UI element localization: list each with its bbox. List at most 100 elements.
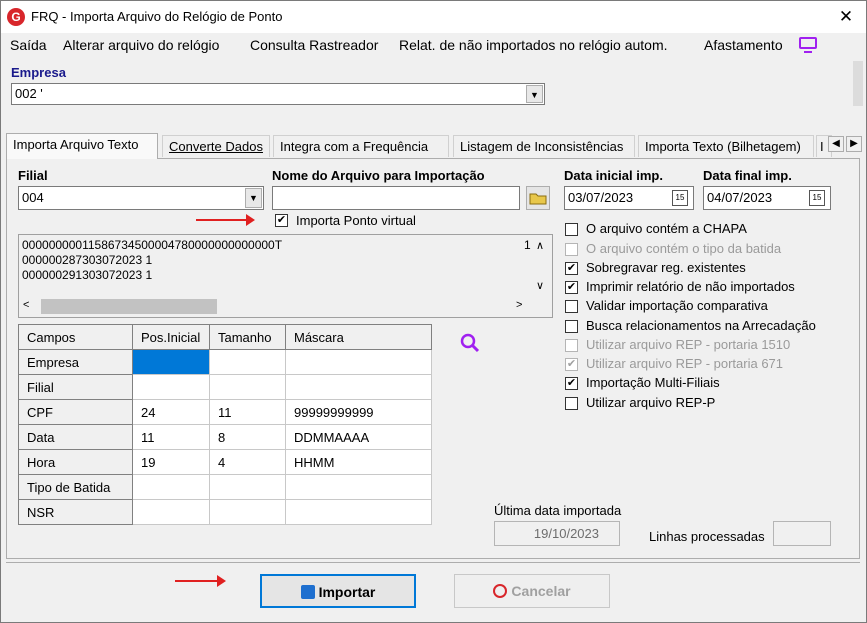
option-checkbox[interactable]: ✔: [565, 377, 578, 390]
grid-header-tamanho: Tamanho: [209, 324, 286, 350]
scroll-right-icon[interactable]: >: [516, 299, 522, 311]
option-checkbox[interactable]: [565, 397, 578, 410]
grid-cell[interactable]: [209, 349, 286, 375]
annotation-arrow: [175, 575, 226, 587]
tab-importa-texto-bilhetagem[interactable]: Importa Texto (Bilhetagem): [638, 135, 814, 157]
grid-cell[interactable]: 19: [132, 449, 210, 475]
option-checkbox[interactable]: [565, 320, 578, 333]
option-label: Utilizar arquivo REP-P: [586, 395, 716, 410]
calendar-icon[interactable]: 15: [809, 190, 825, 206]
grid-row-label: Tipo de Batida: [18, 474, 133, 500]
option-checkbox[interactable]: [565, 300, 578, 313]
grid-cell[interactable]: [132, 499, 210, 525]
scroll-down-icon[interactable]: ∨: [536, 279, 544, 292]
menu-afastamento[interactable]: Afastamento: [704, 37, 783, 53]
grid-cell-selected[interactable]: [132, 349, 210, 375]
browse-folder-button[interactable]: [526, 186, 550, 210]
grid-header-mascara: Máscara: [285, 324, 432, 350]
text-preview[interactable]: 00000000011586734500004780000000000000T …: [18, 234, 553, 318]
folder-icon: [529, 193, 547, 205]
tab-scroll-right-icon[interactable]: ▶: [846, 136, 862, 152]
table-row: Hora 19 4 HHMM: [18, 449, 432, 475]
tab-integra-frequencia[interactable]: Integra com a Frequência: [273, 135, 449, 157]
option-checkbox[interactable]: [565, 243, 578, 256]
ultima-data-field: 19/10/2023: [494, 521, 620, 546]
tab-converte-dados[interactable]: Converte Dados: [162, 135, 270, 157]
grid-cell[interactable]: [209, 499, 286, 525]
preview-line: 000000291303072023 1: [22, 268, 153, 282]
menu-bar: Saída Alterar arquivo do relógio Consult…: [1, 33, 866, 57]
grid-row-label: Filial: [18, 374, 133, 400]
importar-button[interactable]: Importar: [260, 574, 416, 608]
grid-cell[interactable]: [285, 499, 432, 525]
option-label: Imprimir relatório de não importados: [586, 279, 795, 294]
arquivo-label: Nome do Arquivo para Importação: [272, 168, 485, 183]
cancel-icon: [493, 584, 508, 598]
menu-relat-nao-importados[interactable]: Relat. de não importados no relógio auto…: [399, 37, 668, 53]
grid-header-pos-inicial: Pos.Inicial: [132, 324, 210, 350]
calendar-icon[interactable]: 15: [672, 190, 688, 206]
close-button[interactable]: ✕: [826, 1, 866, 32]
option-label: Utilizar arquivo REP - portaria 1510: [586, 337, 791, 352]
grid-row-label: Empresa: [18, 349, 133, 375]
option-label: Utilizar arquivo REP - portaria 671: [586, 356, 784, 371]
grid-cell[interactable]: 4: [209, 449, 286, 475]
scroll-left-icon[interactable]: <: [23, 299, 29, 311]
title-bar: G FRQ - Importa Arquivo do Relógio de Po…: [1, 1, 866, 33]
grid-cell[interactable]: 11: [132, 424, 210, 450]
menu-saida[interactable]: Saída: [10, 37, 47, 53]
preview-line: 000000287303072023 1: [22, 253, 153, 267]
arquivo-input[interactable]: [272, 186, 520, 210]
window-title: FRQ - Importa Arquivo do Relógio de Pont…: [31, 9, 283, 24]
grid-cell[interactable]: [285, 349, 432, 375]
option-checkbox[interactable]: [565, 339, 578, 352]
grid-cell[interactable]: DDMMAAAA: [285, 424, 432, 450]
grid-header-campos: Campos: [18, 324, 133, 350]
option-checkbox[interactable]: ✔: [565, 358, 578, 371]
grid-cell[interactable]: [209, 474, 286, 500]
option-label: O arquivo contém o tipo da batida: [586, 241, 782, 256]
empresa-select[interactable]: 002 ': [11, 83, 545, 105]
menu-consulta-rastreador[interactable]: Consulta Rastreador: [250, 37, 378, 53]
option-checkbox[interactable]: ✔: [565, 262, 578, 275]
table-row: Filial: [18, 374, 432, 400]
tab-scroll-left-icon[interactable]: ◀: [828, 136, 844, 152]
linhas-processadas-field: [773, 521, 831, 546]
window-scrollbar[interactable]: [853, 61, 863, 106]
search-icon[interactable]: [458, 331, 482, 358]
grid-cell[interactable]: 99999999999: [285, 399, 432, 425]
table-row: Data 11 8 DDMMAAAA: [18, 424, 432, 450]
option-label: Validar importação comparativa: [586, 298, 768, 313]
grid-cell[interactable]: HHMM: [285, 449, 432, 475]
cancelar-button[interactable]: Cancelar: [454, 574, 610, 608]
tab-importa-arquivo-texto[interactable]: Importa Arquivo Texto: [6, 133, 158, 159]
grid-cell[interactable]: [285, 374, 432, 400]
grid-cell[interactable]: [132, 374, 210, 400]
tab-listagem-inconsistencias[interactable]: Listagem de Inconsistências: [453, 135, 635, 157]
grid-cell[interactable]: [132, 474, 210, 500]
grid-cell[interactable]: [209, 374, 286, 400]
grid-cell[interactable]: 24: [132, 399, 210, 425]
menu-alterar-arquivo[interactable]: Alterar arquivo do relógio: [63, 37, 219, 53]
grid-cell[interactable]: 11: [209, 399, 286, 425]
filial-label: Filial: [18, 168, 48, 183]
grid-cell[interactable]: [285, 474, 432, 500]
option-checkbox[interactable]: ✔: [565, 281, 578, 294]
h-scrollbar-thumb[interactable]: [41, 299, 217, 314]
ponto-virtual-label: Importa Ponto virtual: [296, 213, 416, 228]
importar-label: Importar: [318, 584, 376, 600]
chevron-down-icon[interactable]: ▼: [245, 188, 262, 208]
ultima-data-label: Última data importada: [494, 503, 622, 518]
chevron-down-icon[interactable]: ▼: [526, 85, 543, 103]
option-checkbox[interactable]: [565, 223, 578, 236]
filial-select[interactable]: 004: [18, 186, 264, 210]
divider: [6, 562, 860, 563]
grid-header-row: Campos Pos.Inicial Tamanho Máscara: [18, 324, 432, 350]
scroll-up-icon[interactable]: ∧: [536, 239, 544, 252]
grid-row-label: CPF: [18, 399, 133, 425]
preview-line-number: 1: [524, 238, 531, 252]
grid-cell[interactable]: 8: [209, 424, 286, 450]
option-label: Sobregravar reg. existentes: [586, 260, 746, 275]
monitor-icon[interactable]: [799, 37, 817, 53]
ponto-virtual-checkbox[interactable]: ✔: [275, 214, 288, 227]
